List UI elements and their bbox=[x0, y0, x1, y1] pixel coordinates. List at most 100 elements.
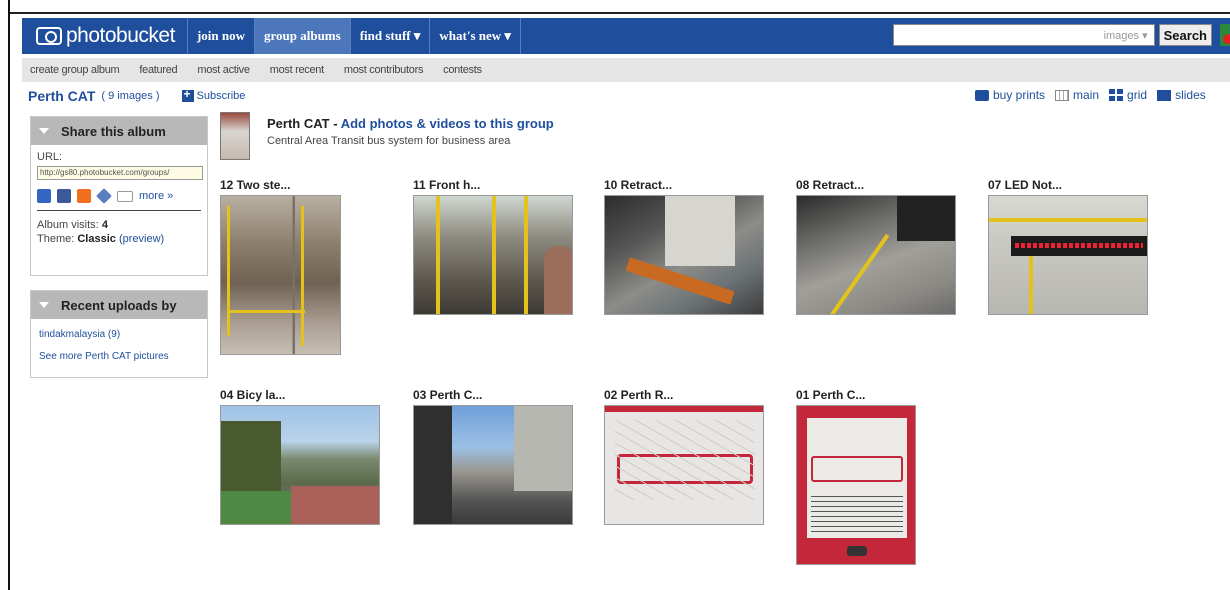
sub-nav-bar: create group album featured most active … bbox=[22, 58, 1230, 82]
url-label: URL: bbox=[37, 151, 63, 163]
photo-caption[interactable]: 07 LED Not... bbox=[988, 178, 1148, 194]
subnav-most-recent[interactable]: most recent bbox=[260, 64, 334, 76]
share-panel-header[interactable]: Share this album bbox=[31, 117, 207, 145]
album-image-count: ( 9 images ) bbox=[101, 90, 160, 102]
nav-group-albums[interactable]: group albums bbox=[254, 18, 351, 54]
group-title: Perth CAT - Add photos & videos to this … bbox=[267, 116, 554, 131]
view-main-label: main bbox=[1073, 88, 1100, 102]
main-nav: join now group albums find stuff ▾ what'… bbox=[188, 18, 521, 54]
prints-icon bbox=[975, 89, 989, 101]
collapse-triangle-icon bbox=[39, 128, 49, 134]
photo-thumbnail[interactable] bbox=[604, 405, 764, 525]
view-slideshow-label: slides bbox=[1175, 88, 1206, 102]
album-header: Perth CAT ( 9 images ) Subscribe bbox=[28, 87, 246, 104]
photo-item[interactable]: 11 Front h... bbox=[413, 178, 573, 315]
theme-value: Classic bbox=[77, 233, 116, 245]
album-title[interactable]: Perth CAT bbox=[28, 88, 95, 104]
visits-label: Album visits: bbox=[37, 219, 99, 231]
uploader-link[interactable]: tindakmalaysia (9) bbox=[39, 328, 199, 342]
photo-item[interactable]: 04 Bicy la... bbox=[220, 388, 380, 525]
recent-uploads-panel: Recent uploads by tindakmalaysia (9) See… bbox=[30, 290, 208, 378]
share-more-link[interactable]: more » bbox=[139, 190, 173, 202]
photo-item[interactable]: 10 Retract... bbox=[604, 178, 764, 315]
album-url-field[interactable]: http://gs80.photobucket.com/groups/ bbox=[37, 166, 203, 180]
nav-whats-new[interactable]: what's new ▾ bbox=[430, 18, 521, 54]
theme-preview-link[interactable]: (preview) bbox=[119, 233, 164, 245]
album-theme: Theme: Classic (preview) bbox=[37, 232, 201, 246]
photo-thumbnail[interactable] bbox=[604, 195, 764, 315]
photo-caption[interactable]: 08 Retract... bbox=[796, 178, 956, 194]
photo-caption[interactable]: 11 Front h... bbox=[413, 178, 573, 194]
photo-item[interactable]: 07 LED Not... bbox=[988, 178, 1148, 315]
link-icon[interactable] bbox=[96, 188, 112, 204]
slideshow-icon bbox=[1157, 89, 1172, 101]
group-thumbnail[interactable] bbox=[220, 112, 250, 160]
nav-find-stuff[interactable]: find stuff ▾ bbox=[351, 18, 431, 54]
view-main-link[interactable]: main bbox=[1055, 88, 1099, 102]
group-description: Central Area Transit bus system for busi… bbox=[267, 135, 511, 147]
photo-thumbnail[interactable] bbox=[413, 405, 573, 525]
search-button[interactable]: Search bbox=[1158, 24, 1212, 46]
brand-name: photobucket bbox=[66, 24, 175, 47]
subscribe-link[interactable]: Subscribe bbox=[181, 87, 246, 102]
photo-thumbnail[interactable] bbox=[796, 195, 956, 315]
photo-thumbnail[interactable] bbox=[413, 195, 573, 315]
view-options: buy prints main grid slides bbox=[975, 88, 1216, 102]
group-name: Perth CAT bbox=[267, 116, 330, 131]
search-scope-select[interactable]: images ▾ bbox=[1104, 29, 1148, 42]
share-album-panel: Share this album URL: http://gs80.photob… bbox=[30, 116, 208, 276]
view-grid-label: grid bbox=[1127, 88, 1148, 102]
photo-item[interactable]: 08 Retract... bbox=[796, 178, 956, 315]
window-frame-top bbox=[8, 12, 1230, 14]
group-title-separator: - bbox=[329, 116, 341, 131]
photo-thumbnail[interactable] bbox=[988, 195, 1148, 315]
photo-caption[interactable]: 02 Perth R... bbox=[604, 388, 764, 404]
facebook-icon[interactable] bbox=[57, 189, 71, 203]
photo-caption[interactable]: 03 Perth C... bbox=[413, 388, 573, 404]
photo-item[interactable]: 03 Perth C... bbox=[413, 388, 573, 525]
grid-view-icon bbox=[1109, 89, 1124, 101]
nav-join-now[interactable]: join now bbox=[188, 18, 255, 54]
top-nav-bar: photobucket join now group albums find s… bbox=[22, 18, 1230, 54]
subnav-contests[interactable]: contests bbox=[433, 64, 492, 76]
photo-caption[interactable]: 10 Retract... bbox=[604, 178, 764, 194]
album-visits: Album visits: 4 bbox=[37, 218, 201, 232]
photo-item[interactable]: 12 Two ste... bbox=[220, 178, 341, 355]
search-input[interactable]: images ▾ bbox=[892, 24, 1155, 46]
mail-icon[interactable] bbox=[117, 190, 133, 202]
subscribe-icon bbox=[181, 87, 194, 102]
see-more-link[interactable]: See more Perth CAT pictures bbox=[39, 350, 199, 364]
search-area: images ▾ Search bbox=[892, 24, 1212, 46]
subnav-most-active[interactable]: most active bbox=[187, 64, 259, 76]
photo-item[interactable]: 01 Perth C... bbox=[796, 388, 916, 565]
corner-badge-icon[interactable] bbox=[1220, 24, 1230, 46]
photo-caption[interactable]: 04 Bicy la... bbox=[220, 388, 380, 404]
subnav-create-group-album[interactable]: create group album bbox=[22, 64, 129, 76]
main-view-icon bbox=[1055, 89, 1070, 101]
photo-caption[interactable]: 12 Two ste... bbox=[220, 178, 341, 194]
photobucket-logo[interactable]: photobucket bbox=[22, 18, 188, 54]
recent-panel-header[interactable]: Recent uploads by bbox=[31, 291, 207, 319]
photo-thumbnail[interactable] bbox=[796, 405, 916, 565]
recent-panel-title: Recent uploads by bbox=[61, 297, 177, 313]
photo-thumbnail[interactable] bbox=[220, 405, 380, 525]
view-slideshow-link[interactable]: slides bbox=[1157, 88, 1206, 102]
subnav-most-contributors[interactable]: most contributors bbox=[334, 64, 433, 76]
view-grid-link[interactable]: grid bbox=[1109, 88, 1147, 102]
share-panel-title: Share this album bbox=[61, 123, 166, 139]
subnav-featured[interactable]: featured bbox=[129, 64, 187, 76]
group-header: Perth CAT - Add photos & videos to this … bbox=[220, 112, 554, 160]
buy-prints-link[interactable]: buy prints bbox=[975, 88, 1045, 102]
theme-label: Theme: bbox=[37, 233, 75, 245]
collapse-triangle-icon bbox=[39, 302, 49, 308]
photo-caption[interactable]: 01 Perth C... bbox=[796, 388, 916, 404]
buy-prints-label: buy prints bbox=[993, 88, 1046, 102]
blogger-icon[interactable] bbox=[77, 189, 91, 203]
add-photos-link[interactable]: Add photos & videos to this group bbox=[341, 116, 554, 131]
delicious-icon[interactable] bbox=[37, 189, 51, 203]
window-frame-left bbox=[8, 0, 10, 590]
photo-thumbnail[interactable] bbox=[220, 195, 341, 355]
subscribe-label: Subscribe bbox=[196, 90, 246, 102]
visits-value: 4 bbox=[101, 219, 108, 231]
photo-item[interactable]: 02 Perth R... bbox=[604, 388, 764, 525]
